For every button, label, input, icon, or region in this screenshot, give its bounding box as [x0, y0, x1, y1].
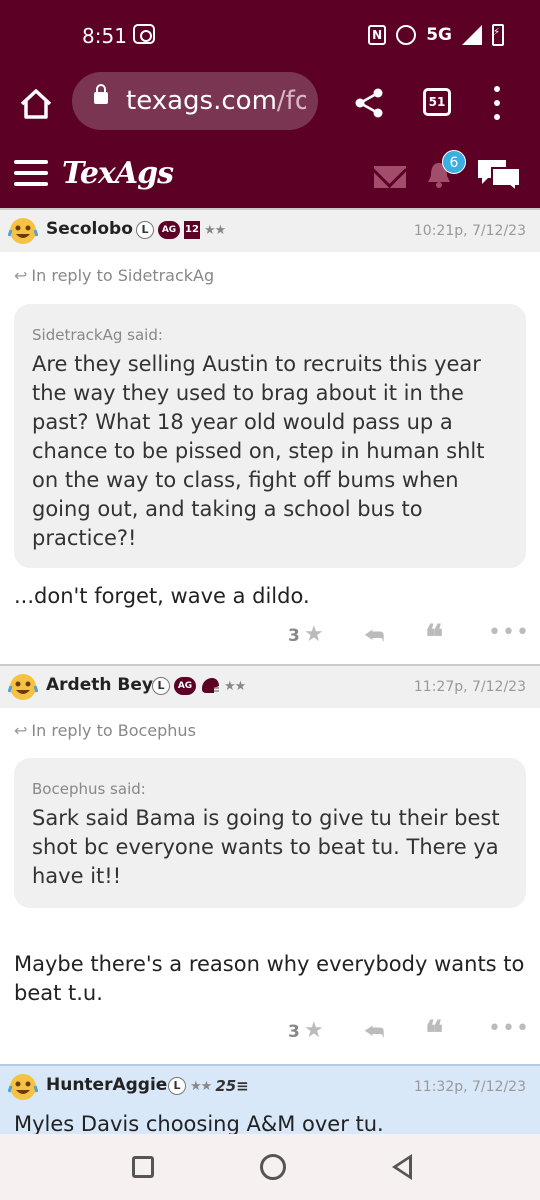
helmet-icon — [202, 678, 219, 693]
user-badges: L ★★ 25≡ — [168, 1077, 249, 1095]
quote-icon[interactable]: ❝ — [425, 618, 443, 658]
post-actions: 3 ★ ⮪ ❝ ••• — [0, 1014, 540, 1054]
post-body: Myles Davis choosing A&M over tu. — [14, 1112, 384, 1134]
url-path: /fo — [276, 86, 306, 116]
more-options-icon[interactable]: ••• — [488, 1016, 530, 1041]
reply-arrow-icon: ↩ — [14, 266, 28, 285]
recents-icon[interactable] — [132, 1156, 154, 1178]
post-header: Secolobo L AG 12 ★★ 10:21p, 7/12/23 — [0, 208, 540, 252]
quote-icon[interactable]: ❝ — [425, 1014, 443, 1054]
badge-25-year: 25≡ — [215, 1077, 249, 1095]
star-icon[interactable]: ★ — [304, 622, 324, 647]
status-time: 8:51 — [82, 24, 127, 48]
lock-icon — [94, 84, 108, 104]
status-bar: 8:51 N 5G — [0, 0, 540, 72]
back-icon[interactable] — [392, 1154, 412, 1180]
reply-to-text: In reply to SidetrackAg — [31, 266, 215, 285]
username[interactable]: HunterAggie — [46, 1075, 167, 1095]
badge-l: L — [168, 1077, 186, 1095]
post-header: HunterAggie L ★★ 25≡ 11:32p, 7/12/23 — [0, 1064, 540, 1108]
more-menu-icon[interactable] — [492, 86, 502, 120]
notification-badge: 6 — [442, 150, 466, 174]
url-host: texags.com — [126, 86, 277, 116]
username[interactable]: Secolobo — [46, 219, 133, 239]
quote-author: SidetrackAg said: — [32, 326, 163, 344]
rank-stars: ★★ — [224, 678, 246, 694]
share-icon[interactable] — [352, 86, 386, 120]
hamburger-menu-icon[interactable] — [14, 160, 48, 186]
badge-ag: AG — [158, 221, 180, 239]
post-actions: 3 ★ ⮪ ❝ ••• — [0, 618, 540, 658]
url-text: texags.com/fo — [126, 86, 306, 116]
user-badges: L AG ★★ — [152, 677, 246, 695]
quote-author: Bocephus said: — [32, 780, 146, 798]
user-badges: L AG 12 ★★ — [136, 221, 226, 239]
badge-l: L — [152, 677, 170, 695]
network-type: 5G — [426, 25, 452, 45]
badge-l: L — [136, 221, 154, 239]
badge-12th-man: 12 — [184, 221, 200, 239]
site-header: TexAgs 6 — [0, 142, 540, 208]
avatar-emoji-icon — [8, 218, 38, 244]
battery-icon — [492, 24, 504, 46]
more-options-icon[interactable]: ••• — [488, 620, 530, 645]
quoted-post: Bocephus said: Sark said Bama is going t… — [14, 758, 526, 908]
post-header: Ardeth Bey L AG ★★ 11:27p, 7/12/23 — [0, 664, 540, 708]
post-body-container: Myles Davis choosing A&M over tu. — [0, 1108, 540, 1134]
avatar-emoji-icon — [8, 1074, 38, 1100]
reply-icon[interactable]: ⮪ — [364, 624, 384, 649]
rank-stars: ★★ — [204, 222, 226, 238]
nfc-icon: N — [368, 25, 387, 45]
quote-text: Sark said Bama is going to give tu their… — [32, 806, 500, 888]
username[interactable]: Ardeth Bey — [46, 675, 153, 695]
alarm-icon — [396, 25, 417, 45]
reply-icon[interactable]: ⮪ — [364, 1020, 384, 1045]
badge-ag: AG — [174, 677, 196, 695]
star-icon[interactable]: ★ — [304, 1018, 324, 1043]
reply-to-text: In reply to Bocephus — [31, 721, 196, 740]
post-time: 11:32p, 7/12/23 — [413, 1079, 526, 1095]
home-circle-icon[interactable] — [260, 1154, 286, 1180]
in-reply-to[interactable]: ↩ In reply to Bocephus — [14, 721, 196, 740]
url-bar[interactable]: texags.com/fo — [72, 72, 318, 130]
signal-icon — [462, 25, 482, 45]
site-logo[interactable]: TexAgs — [62, 156, 174, 191]
post-body: Maybe there's a reason why everybody wan… — [14, 952, 525, 1005]
in-reply-to[interactable]: ↩ In reply to SidetrackAg — [14, 266, 214, 285]
quoted-post: SidetrackAg said: Are they selling Austi… — [14, 304, 526, 568]
quote-text: Are they selling Austin to recruits this… — [32, 352, 485, 550]
star-count: 3 — [288, 626, 300, 646]
tab-switcher-button[interactable]: 51 — [423, 88, 451, 116]
browser-toolbar: texags.com/fo 51 — [0, 72, 540, 142]
star-count: 3 — [288, 1022, 300, 1042]
chat-icon[interactable] — [476, 158, 522, 192]
post-time: 10:21p, 7/12/23 — [413, 223, 526, 239]
post-time: 11:27p, 7/12/23 — [413, 679, 526, 695]
screen-record-icon — [133, 24, 155, 44]
post-body: ...don't forget, wave a dildo. — [14, 584, 310, 608]
avatar-emoji-icon — [8, 674, 38, 700]
rank-stars: ★★ — [190, 1078, 212, 1094]
mail-icon[interactable] — [374, 166, 406, 188]
system-nav-bar — [0, 1134, 540, 1200]
home-icon[interactable] — [18, 86, 54, 122]
reply-arrow-icon: ↩ — [14, 721, 28, 740]
